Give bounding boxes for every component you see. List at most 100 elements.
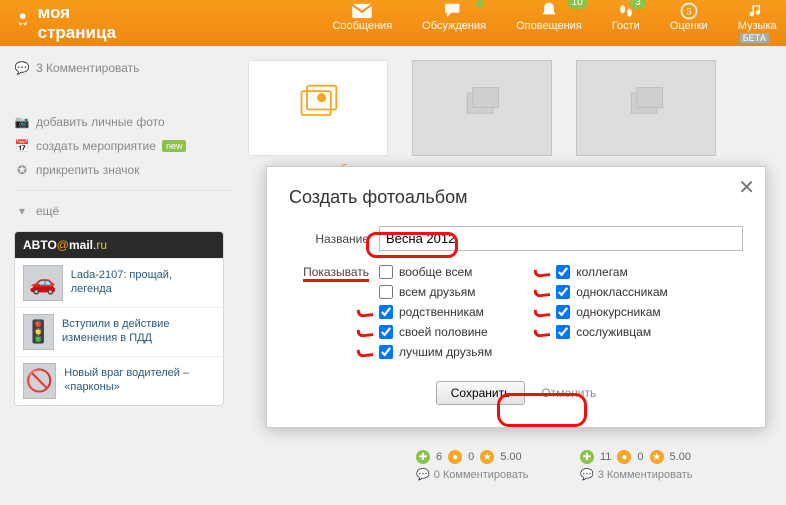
checkbox-input[interactable] [556, 265, 570, 279]
chevron-down-icon: ▾ [14, 203, 30, 219]
promo-text: Вступили в действие изменения в ПДД [62, 318, 215, 346]
checkbox-input[interactable] [556, 285, 570, 299]
cancel-button[interactable]: Отменить [541, 386, 596, 400]
rating-icon: 5 [678, 2, 700, 20]
link-text: прикрепить значок [36, 163, 139, 177]
nav-ratings[interactable]: 5 Оценки [670, 2, 708, 44]
nav-messages[interactable]: Сообщения [332, 2, 392, 44]
visibility-checkbox[interactable]: вообще всем [379, 265, 492, 279]
sidebar-create-event[interactable]: 📅 создать мероприятие new [14, 134, 234, 158]
sidebar-add-photos[interactable]: 📷 добавить личные фото [14, 110, 234, 134]
visibility-checkbox[interactable]: своей половине [379, 325, 492, 339]
promo-header[interactable]: ABTO@mail.ru [15, 232, 223, 258]
promo-text: Новый враг водителей – «парконы» [64, 367, 215, 395]
link-text: ещё [36, 204, 59, 218]
notifications-badge: 10 [567, 0, 588, 9]
close-icon[interactable]: ✕ [738, 175, 755, 200]
modal-title: Создать фотоальбом [289, 187, 743, 208]
nav-label: Оповещения [516, 20, 582, 32]
visibility-checkbox[interactable]: родственникам [379, 305, 492, 319]
link-text: 3 Комментировать [36, 61, 139, 75]
checkbox-input[interactable] [379, 285, 393, 299]
modal-show-row: Показывать вообще всем всем друзьям родств… [289, 265, 743, 359]
checkbox-column-left: вообще всем всем друзьям родственникам свое… [379, 265, 492, 359]
visibility-checkbox[interactable]: лучшим друзьям [379, 345, 492, 359]
photos-icon [460, 82, 504, 135]
checkbox-label: лучшим друзьям [399, 345, 492, 359]
nav-music[interactable]: Музыка БЕТА [738, 2, 777, 44]
checkbox-label: коллегам [576, 265, 628, 279]
nav-notifications[interactable]: 10 Оповещения [516, 2, 582, 44]
flower-album-icon [296, 82, 340, 135]
sidebar-more[interactable]: ▾ ещё [14, 199, 234, 223]
nav-guests[interactable]: 3 Гости [612, 2, 640, 44]
car-thumb-icon: 🚗 [23, 265, 63, 301]
envelope-icon [351, 2, 373, 20]
modal-actions: Сохранить Отменить [289, 381, 743, 405]
nav-label: Гости [612, 20, 640, 32]
checkbox-input[interactable] [379, 325, 393, 339]
annotation-mark [357, 308, 374, 318]
link-text: создать мероприятие [36, 139, 156, 153]
nav-items: Сообщения Обсуждения 10 Оповещения 3 Гос… [332, 2, 776, 44]
checkbox-input[interactable] [379, 305, 393, 319]
visibility-checkbox[interactable]: сослуживцам [556, 325, 668, 339]
sidebar-pin-badge[interactable]: ✪ прикрепить значок [14, 158, 234, 182]
speech-icon: 💬 [416, 468, 430, 481]
calendar-icon: 📅 [14, 138, 30, 154]
rating-star-icon: ★ [650, 450, 664, 464]
site-logo[interactable]: моя страница [14, 3, 122, 43]
checkbox-input[interactable] [556, 305, 570, 319]
promo-item[interactable]: 🚗 Lada-2107: прощай, легенда [15, 258, 223, 307]
new-tag: new [162, 140, 187, 152]
checkbox-label: однокурсникам [576, 305, 660, 319]
annotation-mark [534, 268, 551, 278]
album-card[interactable] [412, 60, 552, 176]
checkbox-label: вообще всем [399, 265, 472, 279]
checkbox-label: всем друзьям [399, 285, 476, 299]
checkbox-input[interactable] [379, 345, 393, 359]
bell-icon [538, 2, 560, 20]
music-icon [746, 2, 768, 20]
visibility-checkbox[interactable]: всем друзьям [379, 285, 492, 299]
album-stats: ✚11 ●0 ★5.00 💬 3 Комментировать [580, 450, 720, 481]
camera-icon: 📷 [14, 114, 30, 130]
nav-label: Оценки [670, 20, 708, 32]
create-album-card[interactable]: создать альбом [248, 60, 388, 176]
site-title: моя страница [38, 3, 123, 43]
svg-text:5: 5 [686, 6, 691, 16]
visibility-checkbox[interactable]: однокурсникам [556, 305, 668, 319]
promo-item[interactable]: 🚦 Вступили в действие изменения в ПДД [15, 307, 223, 356]
create-album-placeholder [248, 60, 388, 156]
speech-icon: 💬 [14, 60, 30, 76]
nav-label: Обсуждения [422, 20, 486, 32]
modal-name-row: Название [289, 226, 743, 251]
album-stats-row: ✚6 ●0 ★5.00 💬 0 Комментировать ✚11 ●0 ★5… [234, 450, 720, 481]
link-text: добавить личные фото [36, 115, 165, 129]
album-placeholder [576, 60, 716, 156]
checkbox-label: родственникам [399, 305, 484, 319]
promo-brand: ABTO@mail.ru [23, 238, 107, 252]
album-comment-link[interactable]: 💬 0 Комментировать [416, 468, 556, 481]
photos-icon [624, 82, 668, 135]
checkbox-input[interactable] [556, 325, 570, 339]
album-card[interactable] [576, 60, 716, 176]
checkbox-column-right: коллегам одноклассникам однокурсникам сослу… [556, 265, 668, 359]
visibility-checkbox[interactable]: одноклассникам [556, 285, 668, 299]
checkbox-input[interactable] [379, 265, 393, 279]
chat-icon [443, 2, 465, 20]
album-placeholder [412, 60, 552, 156]
name-label: Название [289, 232, 369, 246]
show-label: Показывать [289, 265, 369, 282]
sidebar-comment-link[interactable]: 💬 3 Комментировать [14, 56, 234, 80]
annotation-mark [357, 348, 374, 358]
visibility-checkbox[interactable]: коллегам [556, 265, 668, 279]
nav-discussions[interactable]: Обсуждения [422, 2, 486, 44]
save-button[interactable]: Сохранить [436, 381, 526, 405]
annotation-mark [357, 328, 374, 338]
annotation-mark [534, 288, 551, 298]
promo-item[interactable]: 🚫 Новый враг водителей – «парконы» [15, 356, 223, 405]
album-name-input[interactable] [379, 226, 743, 251]
checkbox-label: сослуживцам [576, 325, 651, 339]
album-comment-link[interactable]: 💬 3 Комментировать [580, 468, 720, 481]
